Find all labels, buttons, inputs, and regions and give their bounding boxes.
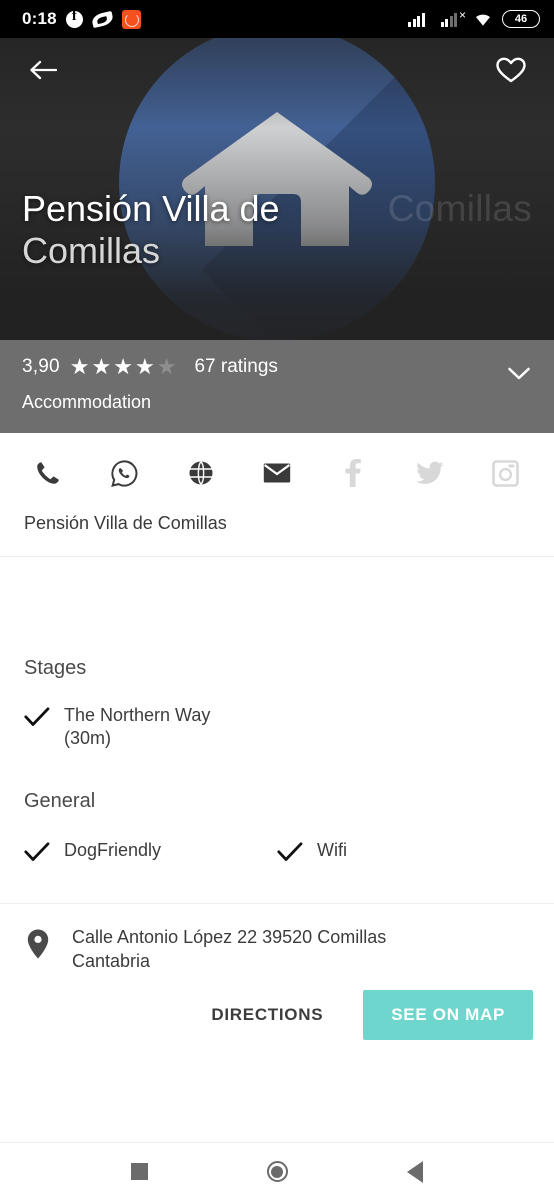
address-line1: Calle Antonio López 22 39520 Comillas (72, 927, 387, 948)
list-item-label: Wifi (317, 840, 347, 861)
status-bar: 0:18 46 (0, 0, 554, 38)
list-item-label: DogFriendly (64, 840, 162, 861)
phone-icon[interactable] (28, 455, 68, 491)
star-filled-2: ★ (91, 354, 112, 379)
chevron-down-icon[interactable] (504, 358, 534, 388)
hero-ghost-text: Comillas (387, 188, 532, 229)
battery-level-label: 46 (514, 12, 528, 25)
instagram-icon (486, 455, 526, 491)
contact-name: Pensión Villa de Comillas (24, 513, 227, 533)
page-title-line1: Pensión Villa de (22, 188, 280, 229)
circle-home-icon[interactable] (252, 1150, 302, 1194)
whatsapp-icon[interactable] (104, 455, 144, 491)
stage-distance: (30m) (64, 728, 112, 749)
rating-count-label: 67 ratings (194, 356, 278, 377)
back-arrow-icon[interactable] (20, 47, 66, 93)
rating-row: 3,90 ★ ★ ★ ★ ★ 67 ratings (22, 356, 532, 378)
stages-section: Stages The Northern Way (30m) (0, 657, 554, 756)
hero-title-block: Comillas Pensión Villa de Comillas (0, 188, 554, 273)
address-text: Calle Antonio López 22 39520 Comillas Ca… (72, 926, 386, 974)
general-list: DogFriendly Wifi (24, 833, 530, 868)
stages-list: The Northern Way (30m) (24, 698, 530, 756)
list-item: DogFriendly (24, 833, 277, 868)
list-item-label: The Northern Way (30m) (64, 704, 210, 750)
twitter-icon (410, 455, 450, 491)
hero-toolbar (0, 38, 554, 102)
location-pin-icon (26, 926, 52, 965)
empty-spacer (0, 557, 554, 657)
wifi-icon (473, 12, 493, 27)
orange-app-icon (121, 9, 141, 29)
general-title: General (24, 790, 96, 813)
list-item: Wifi (277, 833, 530, 868)
page-title-line2: Comillas (22, 230, 161, 272)
category-label: Accommodation (22, 392, 152, 412)
android-navigation-bar (0, 1142, 554, 1200)
address-actions: DIRECTIONS SEE ON MAP (0, 974, 554, 1062)
facebook-icon (65, 8, 83, 28)
star-filled-3: ★ (113, 354, 133, 379)
star-filled-4: ★ (134, 354, 155, 379)
rating-stars: ★ ★ ★ ★ ★ (70, 356, 177, 378)
list-item: The Northern Way (30m) (24, 698, 530, 756)
rating-card[interactable]: 3,90 ★ ★ ★ ★ ★ 67 ratings Accommodation (0, 340, 554, 433)
stage-name: The Northern Way (64, 705, 211, 725)
rating-value: 3,90 (22, 356, 60, 377)
directions-button[interactable]: DIRECTIONS (189, 992, 345, 1038)
status-bar-left: 0:18 (22, 8, 141, 29)
general-section: General DogFriendly Wifi (0, 790, 554, 868)
star-empty-5: ★ (156, 354, 177, 379)
page-title: Pensión Villa de Comillas (22, 188, 372, 273)
triangle-back-icon[interactable] (390, 1150, 440, 1194)
hero-banner: Comillas Pensión Villa de Comillas (0, 38, 554, 340)
website-globe-icon[interactable] (181, 455, 221, 491)
star-filled-1: ★ (69, 354, 90, 379)
email-icon[interactable] (257, 455, 297, 491)
check-icon (24, 839, 50, 862)
action-icon-row (0, 433, 554, 509)
address-row: Calle Antonio López 22 39520 Comillas Ca… (0, 904, 554, 974)
square-recents-icon[interactable] (114, 1150, 164, 1194)
battery-icon: 46 (502, 10, 540, 28)
check-icon (24, 704, 50, 727)
signal-bars-icon (408, 12, 425, 27)
facebook-icon (333, 455, 373, 491)
signal-no-sim-icon (440, 9, 465, 27)
status-bar-clock: 0:18 (22, 9, 57, 28)
leaf-icon (90, 10, 114, 28)
stages-title: Stages (24, 657, 87, 679)
heart-outline-icon[interactable] (488, 47, 534, 93)
check-icon (277, 839, 303, 862)
address-line2: Cantabria (72, 951, 151, 972)
see-on-map-button[interactable]: SEE ON MAP (363, 989, 533, 1040)
detail-body: Pensión Villa de Comillas Stages The Nor… (0, 433, 554, 1062)
status-bar-right: 46 (408, 9, 540, 28)
